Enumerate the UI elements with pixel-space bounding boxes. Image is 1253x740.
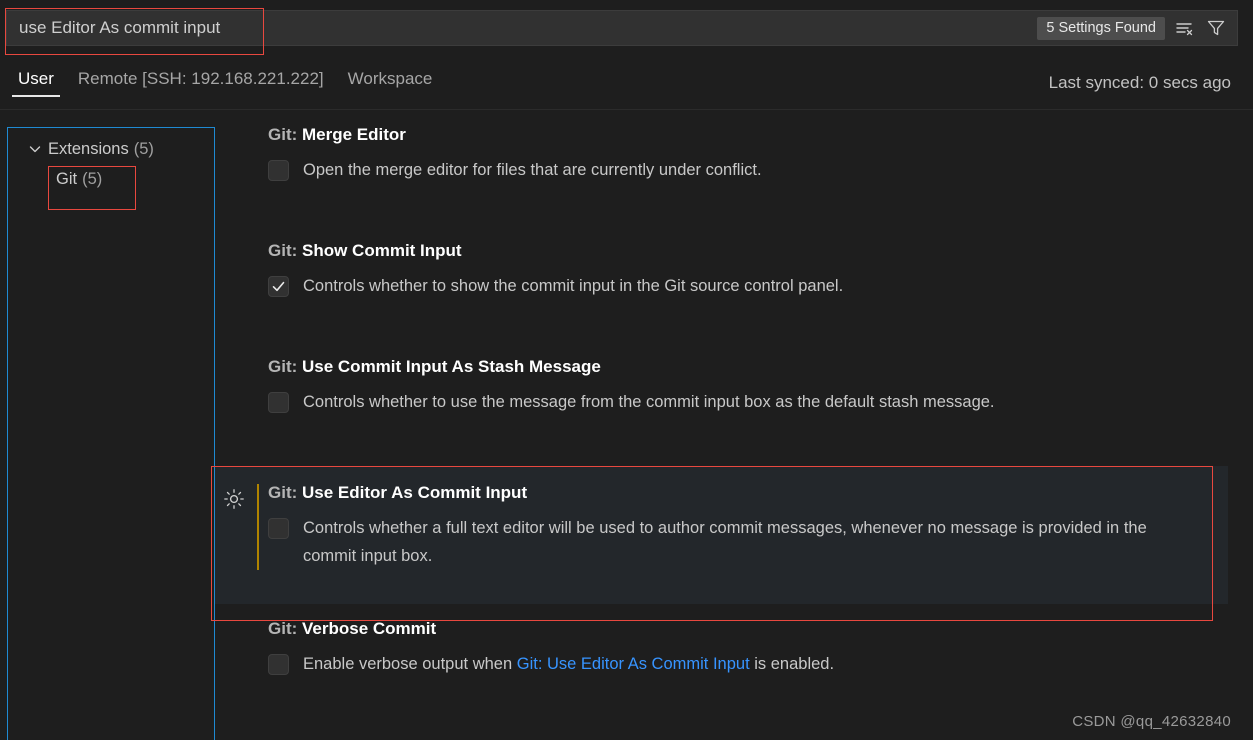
setting-row-merge-editor[interactable]: Git: Merge Editor Open the merge editor … bbox=[215, 110, 1253, 184]
setting-body: Open the merge editor for files that are… bbox=[268, 156, 1253, 184]
settings-search-row: 5 Settings Found bbox=[0, 0, 1253, 55]
setting-description: Controls whether to show the commit inpu… bbox=[303, 277, 844, 295]
setting-title: Git: Merge Editor bbox=[268, 124, 1253, 146]
tab-remote[interactable]: Remote [SSH: 192.168.221.222] bbox=[68, 63, 334, 103]
setting-name: Use Editor As Commit Input bbox=[302, 483, 528, 502]
setting-description: Controls whether a full text editor will… bbox=[303, 519, 1147, 565]
setting-description: Enable verbose output when Git: Use Edit… bbox=[303, 650, 834, 678]
settings-tab-row: User Remote [SSH: 192.168.221.222] Works… bbox=[0, 55, 1253, 110]
description-text-prefix: Enable verbose output when bbox=[303, 655, 517, 673]
toc-item-extensions-count: (5) bbox=[133, 139, 154, 158]
setting-title: Git: Use Editor As Commit Input bbox=[268, 482, 1228, 504]
modified-indicator-bar bbox=[257, 484, 259, 570]
search-input[interactable] bbox=[7, 11, 1038, 45]
setting-description-link[interactable]: Git: Use Editor As Commit Input bbox=[517, 655, 750, 673]
setting-title: Git: Show Commit Input bbox=[268, 240, 1253, 262]
setting-body: Enable verbose output when Git: Use Edit… bbox=[268, 650, 1253, 678]
tab-user[interactable]: User bbox=[8, 63, 64, 103]
description-text-suffix: is enabled. bbox=[749, 655, 835, 673]
settings-table-of-contents[interactable]: Extensions (5) Git (5) bbox=[7, 127, 215, 740]
setting-category: Git: bbox=[268, 125, 302, 144]
setting-row-show-commit-input[interactable]: Git: Show Commit Input Controls whether … bbox=[215, 226, 1253, 300]
toc-item-git-label: Git bbox=[56, 169, 78, 188]
setting-name: Use Commit Input As Stash Message bbox=[302, 357, 601, 376]
setting-description: Controls whether to use the message from… bbox=[303, 393, 995, 411]
setting-category: Git: bbox=[268, 241, 302, 260]
setting-name: Show Commit Input bbox=[302, 241, 462, 260]
setting-checkbox[interactable] bbox=[268, 518, 289, 539]
setting-checkbox[interactable] bbox=[268, 654, 289, 675]
search-actions: 5 Settings Found bbox=[1037, 15, 1237, 41]
settings-found-badge: 5 Settings Found bbox=[1037, 16, 1165, 40]
toc-item-git[interactable]: Git (5) bbox=[8, 164, 214, 194]
setting-title: Git: Verbose Commit bbox=[268, 618, 1253, 640]
toc-item-git-count: (5) bbox=[82, 169, 103, 188]
setting-category: Git: bbox=[268, 357, 302, 376]
sync-status-label: Last synced: 0 secs ago bbox=[1048, 72, 1231, 92]
settings-tabs: User Remote [SSH: 192.168.221.222] Works… bbox=[8, 55, 442, 110]
setting-category: Git: bbox=[268, 483, 302, 502]
toc-item-extensions[interactable]: Extensions (5) bbox=[8, 134, 214, 164]
setting-checkbox[interactable] bbox=[268, 276, 289, 297]
clear-filter-icon[interactable] bbox=[1171, 15, 1197, 41]
setting-body: Controls whether to use the message from… bbox=[268, 388, 1253, 416]
setting-checkbox[interactable] bbox=[268, 392, 289, 413]
setting-checkbox[interactable] bbox=[268, 160, 289, 181]
setting-row-use-commit-input-as-stash-message[interactable]: Git: Use Commit Input As Stash Message C… bbox=[215, 342, 1253, 416]
setting-description: Open the merge editor for files that are… bbox=[303, 161, 762, 179]
search-box[interactable]: 5 Settings Found bbox=[6, 10, 1238, 46]
settings-list[interactable]: Git: Merge Editor Open the merge editor … bbox=[215, 110, 1253, 740]
watermark: CSDN @qq_42632840 bbox=[1072, 713, 1231, 730]
setting-body: Controls whether to show the commit inpu… bbox=[268, 272, 1253, 300]
setting-row-use-editor-as-commit-input[interactable]: Git: Use Editor As Commit Input Controls… bbox=[215, 466, 1228, 604]
setting-name: Merge Editor bbox=[302, 125, 406, 144]
toc-item-extensions-label: Extensions bbox=[48, 139, 129, 158]
setting-category: Git: bbox=[268, 619, 302, 638]
chevron-down-icon bbox=[26, 140, 44, 158]
setting-title: Git: Use Commit Input As Stash Message bbox=[268, 356, 1253, 378]
gear-icon[interactable] bbox=[223, 488, 245, 510]
setting-row-verbose-commit[interactable]: Git: Verbose Commit Enable verbose outpu… bbox=[215, 604, 1253, 678]
setting-body: Controls whether a full text editor will… bbox=[268, 514, 1228, 570]
setting-name: Verbose Commit bbox=[302, 619, 437, 638]
filter-funnel-icon[interactable] bbox=[1203, 15, 1229, 41]
tab-workspace[interactable]: Workspace bbox=[338, 63, 443, 103]
